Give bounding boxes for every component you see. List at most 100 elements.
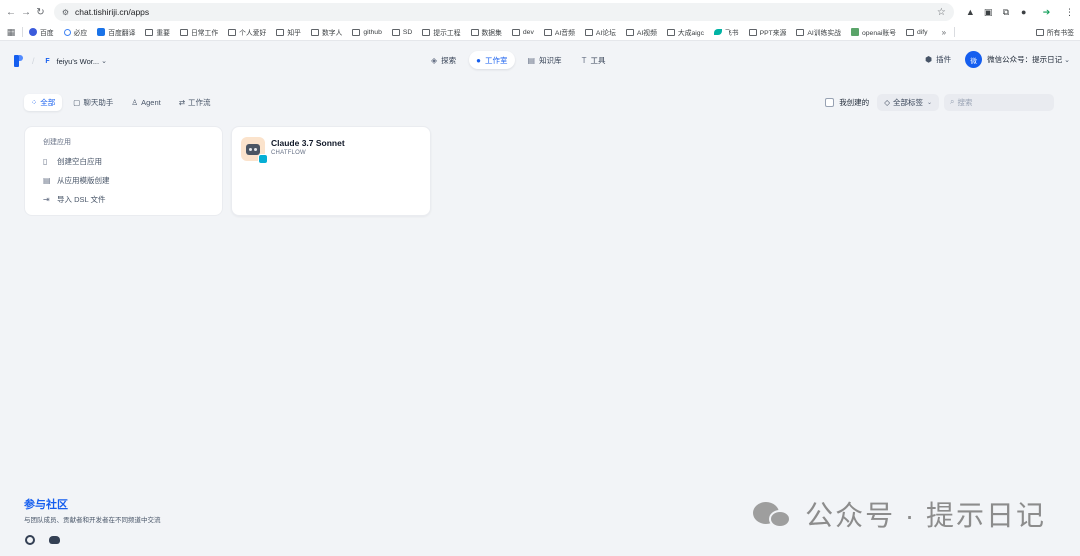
bookmark-folder[interactable]: 数据集	[470, 27, 502, 37]
create-from-template-button[interactable]: ▤ 从应用模版创建	[43, 171, 222, 190]
discord-icon[interactable]	[48, 534, 60, 546]
robot-face-icon	[246, 143, 260, 155]
workspace-name[interactable]: feiyu's Wor...	[57, 57, 100, 66]
app-name: Claude 3.7 Sonnet	[271, 138, 345, 148]
bookmark-bing[interactable]: 必应	[63, 27, 87, 37]
grid-icon: ⁘	[31, 97, 38, 107]
nav-tab-tools[interactable]: T 工具	[575, 51, 613, 69]
app-card-header: Claude 3.7 Sonnet CHATFLOW	[241, 137, 430, 164]
folder-icon	[666, 28, 675, 36]
bookmark-folder[interactable]: AI论坛	[584, 27, 616, 37]
reload-icon[interactable]: ↻	[36, 5, 45, 19]
bookmark-folder[interactable]: 个人爱好	[228, 27, 266, 37]
create-app-title: 创建应用	[43, 139, 71, 146]
bookmark-baidu-translate[interactable]: 百度翻译	[97, 27, 135, 37]
bookmark-folder[interactable]: 重要	[145, 27, 170, 37]
folder-icon	[352, 28, 361, 36]
chevron-down-icon: ⌄	[926, 99, 932, 106]
import-dsl-button[interactable]: ⇥ 导入 DSL 文件	[43, 190, 222, 209]
filter-tab-all[interactable]: ⁘ 全部	[24, 93, 63, 111]
plugin-button[interactable]: ⬢ 插件	[925, 54, 951, 65]
bookmark-folder[interactable]: dev	[511, 28, 534, 36]
bookmark-feishu[interactable]: 飞书	[713, 27, 739, 37]
nav-tab-studio[interactable]: ● 工作室	[469, 51, 515, 69]
filter-tab-workflow[interactable]: ⇄ 工作流	[172, 94, 218, 111]
filter-bar: ⁘ 全部 ▢ 聊天助手 ♙ Agent ⇄ 工作流 我创建的 ◇ 全部标签 ⌄ ⌕	[24, 93, 1054, 111]
address-bar[interactable]: ⚙ chat.tishiriji.cn/apps ☆	[53, 3, 954, 21]
folder-icon	[145, 28, 154, 36]
github-icon[interactable]	[24, 534, 36, 546]
tag-filter-select[interactable]: ◇ 全部标签 ⌄	[877, 93, 939, 111]
bookmark-divider	[22, 27, 23, 37]
bookmark-baidu[interactable]: 百度	[29, 27, 54, 37]
app-type: CHATFLOW	[271, 150, 306, 156]
folder-icon	[391, 28, 400, 36]
apps-grid-icon[interactable]: ▦	[6, 27, 16, 37]
search-input[interactable]	[957, 97, 1043, 107]
bookmark-folder[interactable]: AI训练实战	[796, 27, 841, 37]
wechat-icon	[753, 498, 793, 530]
extension-triangle-icon[interactable]: ▲	[966, 5, 975, 19]
nav-tab-explore[interactable]: ◈ 探索	[424, 51, 463, 69]
bookmark-folder[interactable]: 大成aigc	[666, 27, 704, 37]
dify-logo-icon[interactable]	[14, 55, 24, 67]
github-circle-icon	[25, 535, 35, 545]
community-title: 参与社区	[24, 499, 68, 511]
bookmark-star-icon[interactable]: ☆	[937, 7, 946, 18]
forward-arrow-icon[interactable]: →	[21, 5, 31, 19]
extension-image-icon[interactable]: ▣	[984, 5, 993, 19]
create-blank-app-button[interactable]: ▯ 创建空白应用	[43, 152, 222, 171]
discord-shape-icon	[48, 536, 60, 544]
browser-menu-icon[interactable]: ⋮	[1065, 5, 1074, 19]
bookmark-folder[interactable]: 日常工作	[179, 27, 218, 37]
bookmark-folder[interactable]: AI视频	[625, 27, 657, 37]
chevron-down-icon[interactable]: ⌄	[1064, 56, 1070, 64]
bookmark-folder[interactable]: PPT来源	[748, 27, 786, 37]
bookmark-folder[interactable]: 提示工程	[422, 27, 461, 37]
bookmark-folder[interactable]: dify	[906, 28, 928, 36]
nav-tab-knowledge[interactable]: ▤ 知识库	[521, 51, 569, 69]
workflow-icon: ⇄	[178, 97, 186, 107]
bookmark-folder[interactable]: github	[352, 28, 382, 36]
search-box[interactable]: ⌕	[944, 93, 1054, 111]
robot-icon	[241, 137, 268, 164]
bookmark-folder[interactable]: 知乎	[276, 27, 301, 37]
url-text[interactable]: chat.tishiriji.cn/apps	[75, 7, 937, 17]
bookmarks-bar: ▦ 百度 必应 百度翻译 重要 日常工作 个人爱好 知乎 数字人 github …	[0, 24, 1080, 41]
chat-bubble-icon: ▢	[73, 97, 81, 107]
social-links	[24, 534, 161, 546]
filter-controls: 我创建的 ◇ 全部标签 ⌄ ⌕	[825, 93, 1054, 111]
bookmark-openai[interactable]: openai账号	[850, 27, 896, 37]
avatar[interactable]: 微	[965, 51, 983, 68]
app-card[interactable]: Claude 3.7 Sonnet CHATFLOW	[231, 126, 431, 216]
site-settings-icon[interactable]: ⚙	[62, 8, 69, 17]
folder-icon	[228, 28, 237, 36]
bookmark-divider	[954, 27, 956, 37]
extensions-puzzle-icon[interactable]: ⧉	[1002, 5, 1011, 19]
folder-icon	[543, 28, 552, 36]
folder-icon	[179, 28, 188, 36]
bookmark-folder[interactable]: AI音频	[543, 27, 575, 37]
bookmark-folder[interactable]: 数字人	[310, 27, 342, 37]
app-info: Claude 3.7 Sonnet CHATFLOW	[271, 137, 345, 156]
image-icon	[850, 28, 859, 36]
extension-arrow-icon[interactable]: ➔	[1042, 5, 1051, 19]
folder-icon	[625, 28, 634, 36]
back-arrow-icon[interactable]: ←	[6, 5, 16, 19]
chevron-down-icon[interactable]: ⌄	[101, 57, 107, 65]
my-created-checkbox[interactable]	[825, 97, 835, 107]
agent-icon: ♙	[131, 97, 139, 107]
profile-icon[interactable]: ●	[1019, 5, 1028, 19]
all-bookmarks[interactable]: 所有书签	[1035, 27, 1074, 37]
create-app-card: 创建应用 ▯ 创建空白应用 ▤ 从应用模版创建 ⇥ 导入 DSL 文件	[24, 126, 223, 216]
more-bookmarks-chevron-icon[interactable]: »	[942, 28, 946, 37]
workspace-badge[interactable]: F	[43, 56, 53, 66]
filter-tab-chat[interactable]: ▢ 聊天助手	[66, 94, 120, 111]
browser-toolbar: ← → ↻ ⚙ chat.tishiriji.cn/apps ☆ ▲ ▣ ⧉ ●…	[0, 0, 1080, 24]
baidu-paw-icon	[29, 28, 37, 36]
filter-tab-agent[interactable]: ♙ Agent	[124, 94, 167, 111]
user-name[interactable]: 微信公众号：提示日记	[987, 54, 1062, 65]
folder-icon	[310, 28, 319, 36]
my-created-label[interactable]: 我创建的	[839, 97, 869, 108]
bookmark-folder[interactable]: SD	[391, 28, 412, 36]
